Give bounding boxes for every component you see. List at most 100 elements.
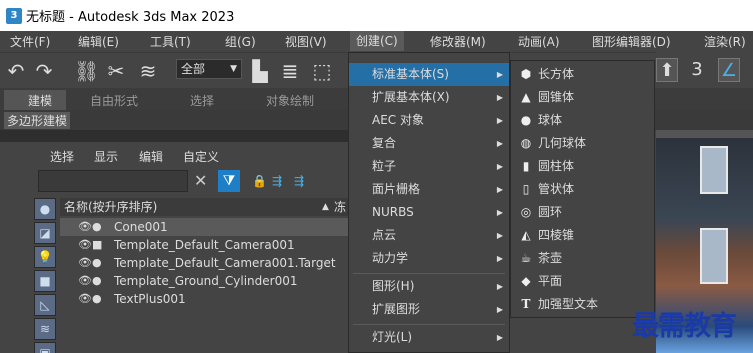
menu-item-teapot[interactable]: ☕ 茶壶 [511, 247, 654, 270]
visibility-icon[interactable]: 👁● [78, 218, 102, 236]
watermark-logo: 最需教育 [632, 311, 737, 342]
list-item[interactable]: 👁● Template_Ground_Cylinder001 [60, 272, 348, 290]
explorer-menu-select[interactable]: 选择 [50, 148, 74, 165]
groups-filter-icon[interactable]: ▣ [34, 342, 56, 353]
selection-filter-dropdown[interactable]: 全部 ▼ [176, 59, 242, 79]
menu-item-lights[interactable]: 灯光(L) ▶ [349, 326, 509, 349]
menu-item-aec-objects[interactable]: AEC 对象 ▶ [349, 109, 509, 132]
chevron-right-icon: ▶ [496, 116, 503, 125]
menu-item-dynamics[interactable]: 动力学 ▶ [349, 247, 509, 270]
shapes-filter-icon[interactable]: ◪ [34, 222, 56, 244]
visibility-icon[interactable]: 👁● [78, 272, 102, 290]
cone-icon: ▲ [521, 90, 531, 104]
search-input[interactable] [38, 170, 188, 192]
menu-tools[interactable]: 工具(T) [144, 33, 197, 50]
menu-item-box[interactable]: ⬢ 长方体 [511, 63, 654, 86]
chevron-right-icon: ▶ [496, 305, 503, 314]
menu-item-extended-shapes[interactable]: 扩展图形 ▶ [349, 298, 509, 321]
unlink-icon[interactable]: ✂ [104, 59, 128, 83]
menu-item-standard-primitives[interactable]: 标准基本体(S) ▶ [349, 63, 509, 86]
lights-filter-icon[interactable]: 💡 [34, 246, 56, 268]
menu-separator [353, 324, 505, 325]
menu-item-geosphere[interactable]: ◍ 几何球体 [511, 132, 654, 155]
standard-primitives-submenu: ⬢ 长方体 ▲ 圆锥体 ● 球体 ◍ 几何球体 ▮ 圆柱体 ▯ 管状体 ◎ 圆环… [510, 60, 655, 318]
explorer-filter-bar: ● ◪ 💡 ■ ◺ ≋ ▣ [34, 198, 56, 353]
menu-item-particles[interactable]: 粒子 ▶ [349, 155, 509, 178]
tab-polygon-modeling[interactable]: 多边形建模 [4, 112, 71, 129]
panel-divider [0, 130, 348, 142]
visibility-icon[interactable]: 👁■ [78, 236, 102, 254]
chevron-right-icon: ▶ [496, 93, 503, 102]
pyramid-icon: ◭ [521, 228, 531, 242]
clear-icon[interactable]: ✕ [194, 171, 207, 190]
angle-snap-icon[interactable]: ∠ [718, 58, 740, 82]
menu-item-extended-primitives[interactable]: 扩展基本体(X) ▶ [349, 86, 509, 109]
filter-icon[interactable]: ⧩ [218, 170, 240, 192]
redo-icon[interactable]: ↷ [32, 59, 56, 83]
cameras-filter-icon[interactable]: ■ [34, 270, 56, 292]
list-item[interactable]: 👁● Cone001 [60, 218, 348, 236]
visibility-icon[interactable]: 👁● [78, 290, 102, 308]
frozen-column-header[interactable]: 冻 [334, 198, 346, 216]
geometry-filter-icon[interactable]: ● [34, 198, 56, 220]
scene-explorer: 选择 显示 编辑 自定义 ✕ ⧩ 🔒 ⇶ ⇶ ● ◪ 💡 ■ ◺ ≋ ▣ 名称(… [0, 142, 348, 353]
helpers-filter-icon[interactable]: ◺ [34, 294, 56, 316]
chevron-right-icon: ▶ [496, 282, 503, 291]
upload-icon[interactable]: ⬆ [656, 58, 678, 82]
menu-modifiers[interactable]: 修改器(M) [424, 33, 492, 50]
teapot-icon: ☕ [520, 251, 532, 265]
name-column-header[interactable]: 名称(按升序排序) ▲ 冻 [60, 198, 348, 216]
tab-selection[interactable]: 选择 [190, 92, 214, 109]
menu-bar: 文件(F) 编辑(E) 工具(T) 组(G) 视图(V) 创建(C) 修改器(M… [0, 31, 753, 52]
menu-item-compound[interactable]: 复合 ▶ [349, 132, 509, 155]
menu-item-tube[interactable]: ▯ 管状体 [511, 178, 654, 201]
list-item[interactable]: 👁● Template_Default_Camera001.Target [60, 254, 348, 272]
tab-object-paint[interactable]: 对象绘制 [266, 92, 314, 109]
menu-item-cone[interactable]: ▲ 圆锥体 [511, 86, 654, 109]
menu-create[interactable]: 创建(C) [350, 31, 404, 51]
list-item[interactable]: 👁● TextPlus001 [60, 290, 348, 308]
menu-item-nurbs[interactable]: NURBS ▶ [349, 201, 509, 224]
lock-icon[interactable]: 🔒 [252, 174, 267, 188]
hierarchy-expand-icon[interactable]: ⇶ [294, 174, 304, 188]
list-item[interactable]: 👁■ Template_Default_Camera001 [60, 236, 348, 254]
menu-file[interactable]: 文件(F) [4, 33, 56, 50]
menu-item-point-cloud[interactable]: 点云 ▶ [349, 224, 509, 247]
menu-item-patch-grids[interactable]: 面片栅格 ▶ [349, 178, 509, 201]
menu-item-shapes[interactable]: 图形(H) ▶ [349, 275, 509, 298]
undo-icon[interactable]: ↶ [4, 59, 28, 83]
chevron-right-icon: ▶ [496, 333, 503, 342]
tab-freeform[interactable]: 自由形式 [90, 92, 138, 109]
menu-item-plane[interactable]: ◆ 平面 [511, 270, 654, 293]
tab-modeling[interactable]: 建模 [28, 92, 52, 109]
sort-ascending-icon: ▲ [322, 202, 329, 212]
select-by-name-icon[interactable]: ≣ [278, 59, 302, 83]
menu-item-pyramid[interactable]: ◭ 四棱锥 [511, 224, 654, 247]
menu-group[interactable]: 组(G) [219, 33, 262, 50]
menu-animation[interactable]: 动画(A) [512, 33, 566, 50]
region-select-icon[interactable]: ⬚ [310, 59, 334, 83]
geosphere-icon: ◍ [520, 136, 532, 150]
select-object-icon[interactable]: ▙ [248, 59, 272, 83]
spacewarps-filter-icon[interactable]: ≋ [34, 318, 56, 340]
bind-space-warp-icon[interactable]: ≋ [136, 59, 160, 83]
sphere-icon: ● [520, 113, 532, 127]
menu-views[interactable]: 视图(V) [279, 33, 333, 50]
menu-edit[interactable]: 编辑(E) [72, 33, 125, 50]
menu-item-sphere[interactable]: ● 球体 [511, 109, 654, 132]
explorer-menu-display[interactable]: 显示 [94, 148, 118, 165]
chevron-right-icon: ▶ [496, 254, 503, 263]
menu-rendering[interactable]: 渲染(R) [698, 33, 752, 50]
title-bar: 3 无标题 - Autodesk 3ds Max 2023 [0, 0, 753, 31]
building-window [700, 228, 728, 284]
snap-3d-icon[interactable]: 3 [686, 58, 708, 82]
app-icon[interactable]: 3 [6, 7, 22, 24]
hierarchy-icon[interactable]: ⇶ [272, 174, 282, 188]
explorer-menu-customize[interactable]: 自定义 [183, 148, 219, 165]
menu-item-torus[interactable]: ◎ 圆环 [511, 201, 654, 224]
link-icon[interactable]: ⛓ [74, 59, 99, 83]
menu-item-cylinder[interactable]: ▮ 圆柱体 [511, 155, 654, 178]
menu-graph-editors[interactable]: 图形编辑器(D) [586, 33, 677, 50]
visibility-icon[interactable]: 👁● [78, 254, 102, 272]
explorer-menu-edit[interactable]: 编辑 [139, 148, 163, 165]
